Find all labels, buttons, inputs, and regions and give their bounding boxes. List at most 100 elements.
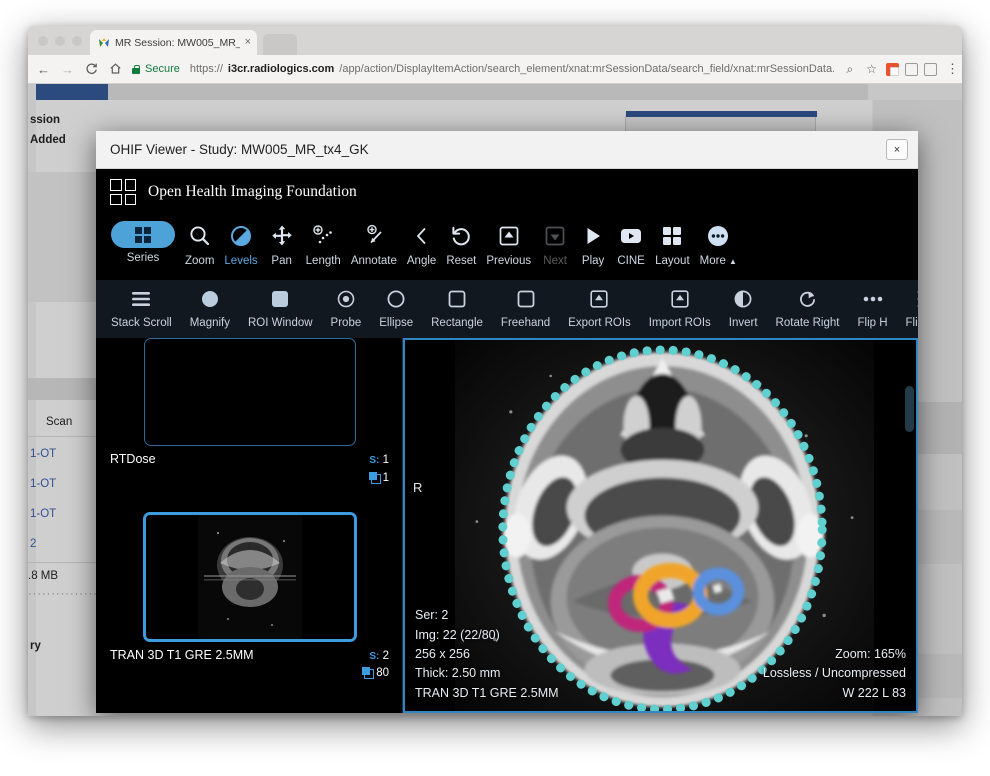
page-row-4[interactable]: 2 xyxy=(30,538,36,550)
page-navbar-active-tab xyxy=(36,84,108,100)
tool-invert-label: Invert xyxy=(729,317,758,329)
tool-ellipse-label: Ellipse xyxy=(379,317,413,329)
extension-two-icon[interactable] xyxy=(905,63,918,76)
filled-circle-icon xyxy=(200,286,220,312)
tool-annotate[interactable]: Annotate xyxy=(346,221,402,267)
series-item-tran3d[interactable]: TRAN 3D T1 GRE 2.5MM S: 2 80 xyxy=(110,512,389,684)
extension-pdf-icon[interactable] xyxy=(886,63,899,76)
viewport-compression: Lossless / Uncompressed xyxy=(763,664,906,683)
tool-layout-label: Layout xyxy=(655,255,690,267)
new-tab-button[interactable] xyxy=(263,34,297,55)
rotate-cw-icon xyxy=(798,286,818,312)
target-dot-icon xyxy=(336,286,356,312)
series-name: TRAN 3D T1 GRE 2.5MM xyxy=(110,648,254,662)
reload-button[interactable] xyxy=(84,62,99,77)
maximize-window-button[interactable] xyxy=(72,36,82,46)
browser-tab[interactable]: MR Session: MW005_MR_tx4_( × xyxy=(90,30,257,55)
tool-previous[interactable]: Previous xyxy=(481,221,536,267)
tab-close-icon[interactable]: × xyxy=(245,37,251,48)
tool-cine[interactable]: CINE xyxy=(612,221,650,267)
tool-next[interactable]: Next xyxy=(536,221,574,267)
import-up-icon xyxy=(670,286,690,312)
tool-length[interactable]: Length xyxy=(301,221,346,267)
series-item-rtdose[interactable]: RTDose S: 1 1 xyxy=(110,338,389,488)
ohif-brand-bar: Open Health Imaging Foundation xyxy=(96,169,918,215)
page-zoom-icon[interactable]: ⌕ xyxy=(843,62,854,77)
tool-flip-h[interactable]: Flip H xyxy=(848,286,896,329)
page-row-1[interactable]: 1-OT xyxy=(30,448,56,460)
extensions-area[interactable] xyxy=(886,63,937,76)
tool-series[interactable]: Series xyxy=(106,221,180,264)
url-path: /app/action/DisplayItemAction/search_ele… xyxy=(339,63,833,75)
tool-layout[interactable]: Layout xyxy=(650,221,695,267)
extension-three-icon[interactable] xyxy=(924,63,937,76)
tool-reset[interactable]: Reset xyxy=(441,221,481,267)
tool-angle[interactable]: Angle xyxy=(402,221,441,267)
tool-probe-label: Probe xyxy=(331,317,362,329)
tool-flip-v[interactable]: Flip V xyxy=(897,286,918,329)
modal-header: OHIF Viewer - Study: MW005_MR_tx4_GK × xyxy=(96,131,918,169)
tool-ellipse[interactable]: Ellipse xyxy=(370,286,422,329)
browser-menu-icon[interactable]: ⋮ xyxy=(946,65,954,73)
page-row-3[interactable]: 1-OT xyxy=(30,508,56,520)
tool-play[interactable]: Play xyxy=(574,221,612,267)
address-bar[interactable]: Secure https://i3cr.radiologics.com/app/… xyxy=(132,59,834,80)
tool-rectangle[interactable]: Rectangle xyxy=(422,286,492,329)
tool-more[interactable]: More ▲ xyxy=(695,221,742,267)
tool-export-rois[interactable]: Export ROIs xyxy=(559,286,640,329)
browser-tabstrip: MR Session: MW005_MR_tx4_( × xyxy=(28,26,962,55)
tool-rotate-right[interactable]: Rotate Right xyxy=(767,286,849,329)
xnat-favicon xyxy=(98,37,110,49)
more-dots-circle-icon xyxy=(706,221,730,251)
close-window-button[interactable] xyxy=(38,36,48,46)
play-triangle-icon xyxy=(582,221,604,251)
back-button[interactable]: ← xyxy=(36,63,51,76)
tool-zoom[interactable]: Zoom xyxy=(180,221,219,267)
tab-title: MR Session: MW005_MR_tx4_( xyxy=(115,37,240,49)
bookmark-star-icon[interactable]: ☆ xyxy=(862,62,877,76)
series-panel[interactable]: RTDose S: 1 1 xyxy=(96,338,403,713)
magnifier-icon xyxy=(188,221,212,251)
forward-button[interactable]: → xyxy=(60,63,75,76)
minimize-window-button[interactable] xyxy=(55,36,65,46)
viewport-scrollbar-thumb[interactable] xyxy=(905,386,914,432)
window-traffic-lights[interactable] xyxy=(38,36,82,46)
modal-close-button[interactable]: × xyxy=(886,139,908,160)
series-frame-count: 1 xyxy=(383,472,389,484)
tool-pan[interactable]: Pan xyxy=(263,221,301,267)
page-row-2[interactable]: 1-OT xyxy=(30,478,56,490)
tool-angle-label: Angle xyxy=(407,255,436,267)
viewport-window-level: W 222 L 83 xyxy=(763,684,906,703)
tool-next-label: Next xyxy=(543,255,567,267)
orientation-marker-r: R xyxy=(413,480,422,495)
cine-film-icon xyxy=(619,221,643,251)
tool-levels[interactable]: Levels xyxy=(219,221,262,267)
home-button[interactable] xyxy=(108,62,123,77)
page-size: .8 MB xyxy=(28,570,58,582)
half-circle-icon xyxy=(733,286,753,312)
tool-roi-window[interactable]: ROI Window xyxy=(239,286,322,329)
viewport-dimensions: 256 x 256 xyxy=(415,645,559,664)
lock-icon xyxy=(132,65,140,74)
viewport-info-bottom-left: Ser: 2 Img: 22 (22/80) 256 x 256 Thick: … xyxy=(415,606,559,703)
screen: MR Session: MW005_MR_tx4_( × ← → Secure … xyxy=(0,0,990,776)
tool-pan-label: Pan xyxy=(271,255,291,267)
tool-reset-label: Reset xyxy=(446,255,476,267)
tool-import-rois[interactable]: Import ROIs xyxy=(640,286,720,329)
series-thumbnail-selected[interactable] xyxy=(143,512,357,642)
prev-up-icon xyxy=(498,221,520,251)
tool-probe[interactable]: Probe xyxy=(322,286,371,329)
browser-window: MR Session: MW005_MR_tx4_( × ← → Secure … xyxy=(28,26,962,716)
layout-grid-icon xyxy=(661,221,683,251)
square-outline-icon xyxy=(447,286,467,312)
series-name: RTDose xyxy=(110,452,156,466)
page-label-session: ssion xyxy=(30,114,60,126)
tool-freehand-label: Freehand xyxy=(501,317,550,329)
tool-invert[interactable]: Invert xyxy=(720,286,767,329)
tool-magnify[interactable]: Magnify xyxy=(181,286,239,329)
tool-freehand[interactable]: Freehand xyxy=(492,286,559,329)
image-viewport[interactable]: R Ser: 2 Img: 22 (22/80) 256 x 256 Thick… xyxy=(403,338,918,713)
tool-stack-scroll[interactable]: Stack Scroll xyxy=(102,286,181,329)
tool-levels-label: Levels xyxy=(224,255,257,267)
series-thumbnail[interactable] xyxy=(144,338,356,446)
